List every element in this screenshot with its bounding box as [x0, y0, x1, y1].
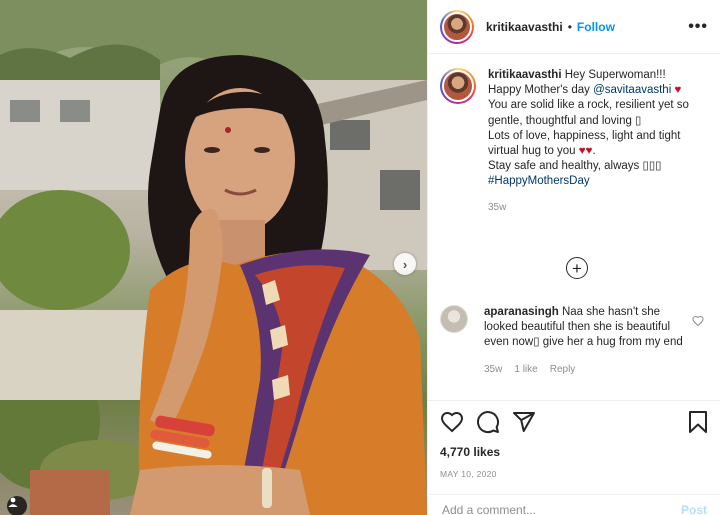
plus-circle-icon: + [572, 258, 582, 278]
comment-reply-button[interactable]: Reply [550, 362, 576, 377]
comment-meta: 35w 1 like Reply [484, 362, 684, 377]
chevron-right-icon: › [402, 256, 408, 272]
comment-heart-icon[interactable] [692, 315, 704, 327]
heart-icon[interactable] [440, 410, 464, 434]
caption-avatar[interactable] [440, 68, 476, 104]
caption-line-3: You are solid like a rock, resilient yet… [488, 99, 689, 127]
comment-icon[interactable] [476, 410, 500, 434]
header-separator: • [567, 19, 572, 34]
carousel-next-button[interactable]: › [394, 253, 416, 275]
comment-item: aparanasingh Naa she hasn't she looked b… [440, 305, 715, 377]
bookmark-icon[interactable] [687, 410, 709, 434]
caption-line-1: Hey Superwoman!!! [561, 69, 666, 81]
user-tag-icon[interactable] [7, 496, 27, 515]
comment-input[interactable] [442, 502, 681, 515]
avatar[interactable] [440, 9, 474, 44]
post-caption: kritikaavasthi Hey Superwoman!!! Happy M… [428, 54, 720, 215]
caption-line-5: Stay safe and healthy, always ▯▯▯ [488, 160, 662, 173]
post-comment-button[interactable]: Post [681, 503, 707, 515]
hearts-emoji: ♥♥ [578, 145, 593, 158]
follow-button[interactable]: Follow [577, 20, 615, 34]
post-sidebar: kritikaavasthi • Follow ••• kritikaavast… [427, 0, 720, 515]
heart-emoji: ♥ [671, 84, 682, 97]
share-icon[interactable] [512, 410, 536, 434]
hashtag-link[interactable]: #HappyMothersDay [488, 174, 708, 189]
author-username[interactable]: kritikaavasthi [486, 20, 563, 34]
more-options-icon[interactable]: ••• [688, 18, 708, 36]
load-more-comments-button[interactable]: + [566, 257, 588, 279]
comment-body: aparanasingh Naa she hasn't she looked b… [484, 305, 684, 377]
caption-line-2: Happy Mother's day [488, 84, 594, 97]
caption-line-4-end: . [592, 145, 596, 158]
action-icons [440, 409, 709, 435]
caption-timestamp: 35w [488, 201, 507, 213]
likes-count[interactable]: 4,770 likes [440, 445, 709, 459]
post-header: kritikaavasthi • Follow ••• [428, 0, 720, 54]
add-comment-bar: Post [428, 494, 720, 515]
caption-text: kritikaavasthi Hey Superwoman!!! Happy M… [488, 68, 708, 215]
mention-link[interactable]: @savitaavasthi [593, 84, 671, 96]
comment-timestamp: 35w [484, 363, 503, 375]
post-date: MAY 10, 2020 [440, 469, 497, 479]
post-photo[interactable]: › [0, 0, 427, 515]
caption-username[interactable]: kritikaavasthi [488, 69, 562, 81]
post-actions: 4,770 likes MAY 10, 2020 [428, 400, 720, 479]
comment-likes[interactable]: 1 like [514, 362, 537, 377]
commenter-avatar[interactable] [440, 305, 468, 333]
commenter-username[interactable]: aparanasingh [484, 306, 559, 318]
post-photo-illustration [0, 0, 427, 515]
